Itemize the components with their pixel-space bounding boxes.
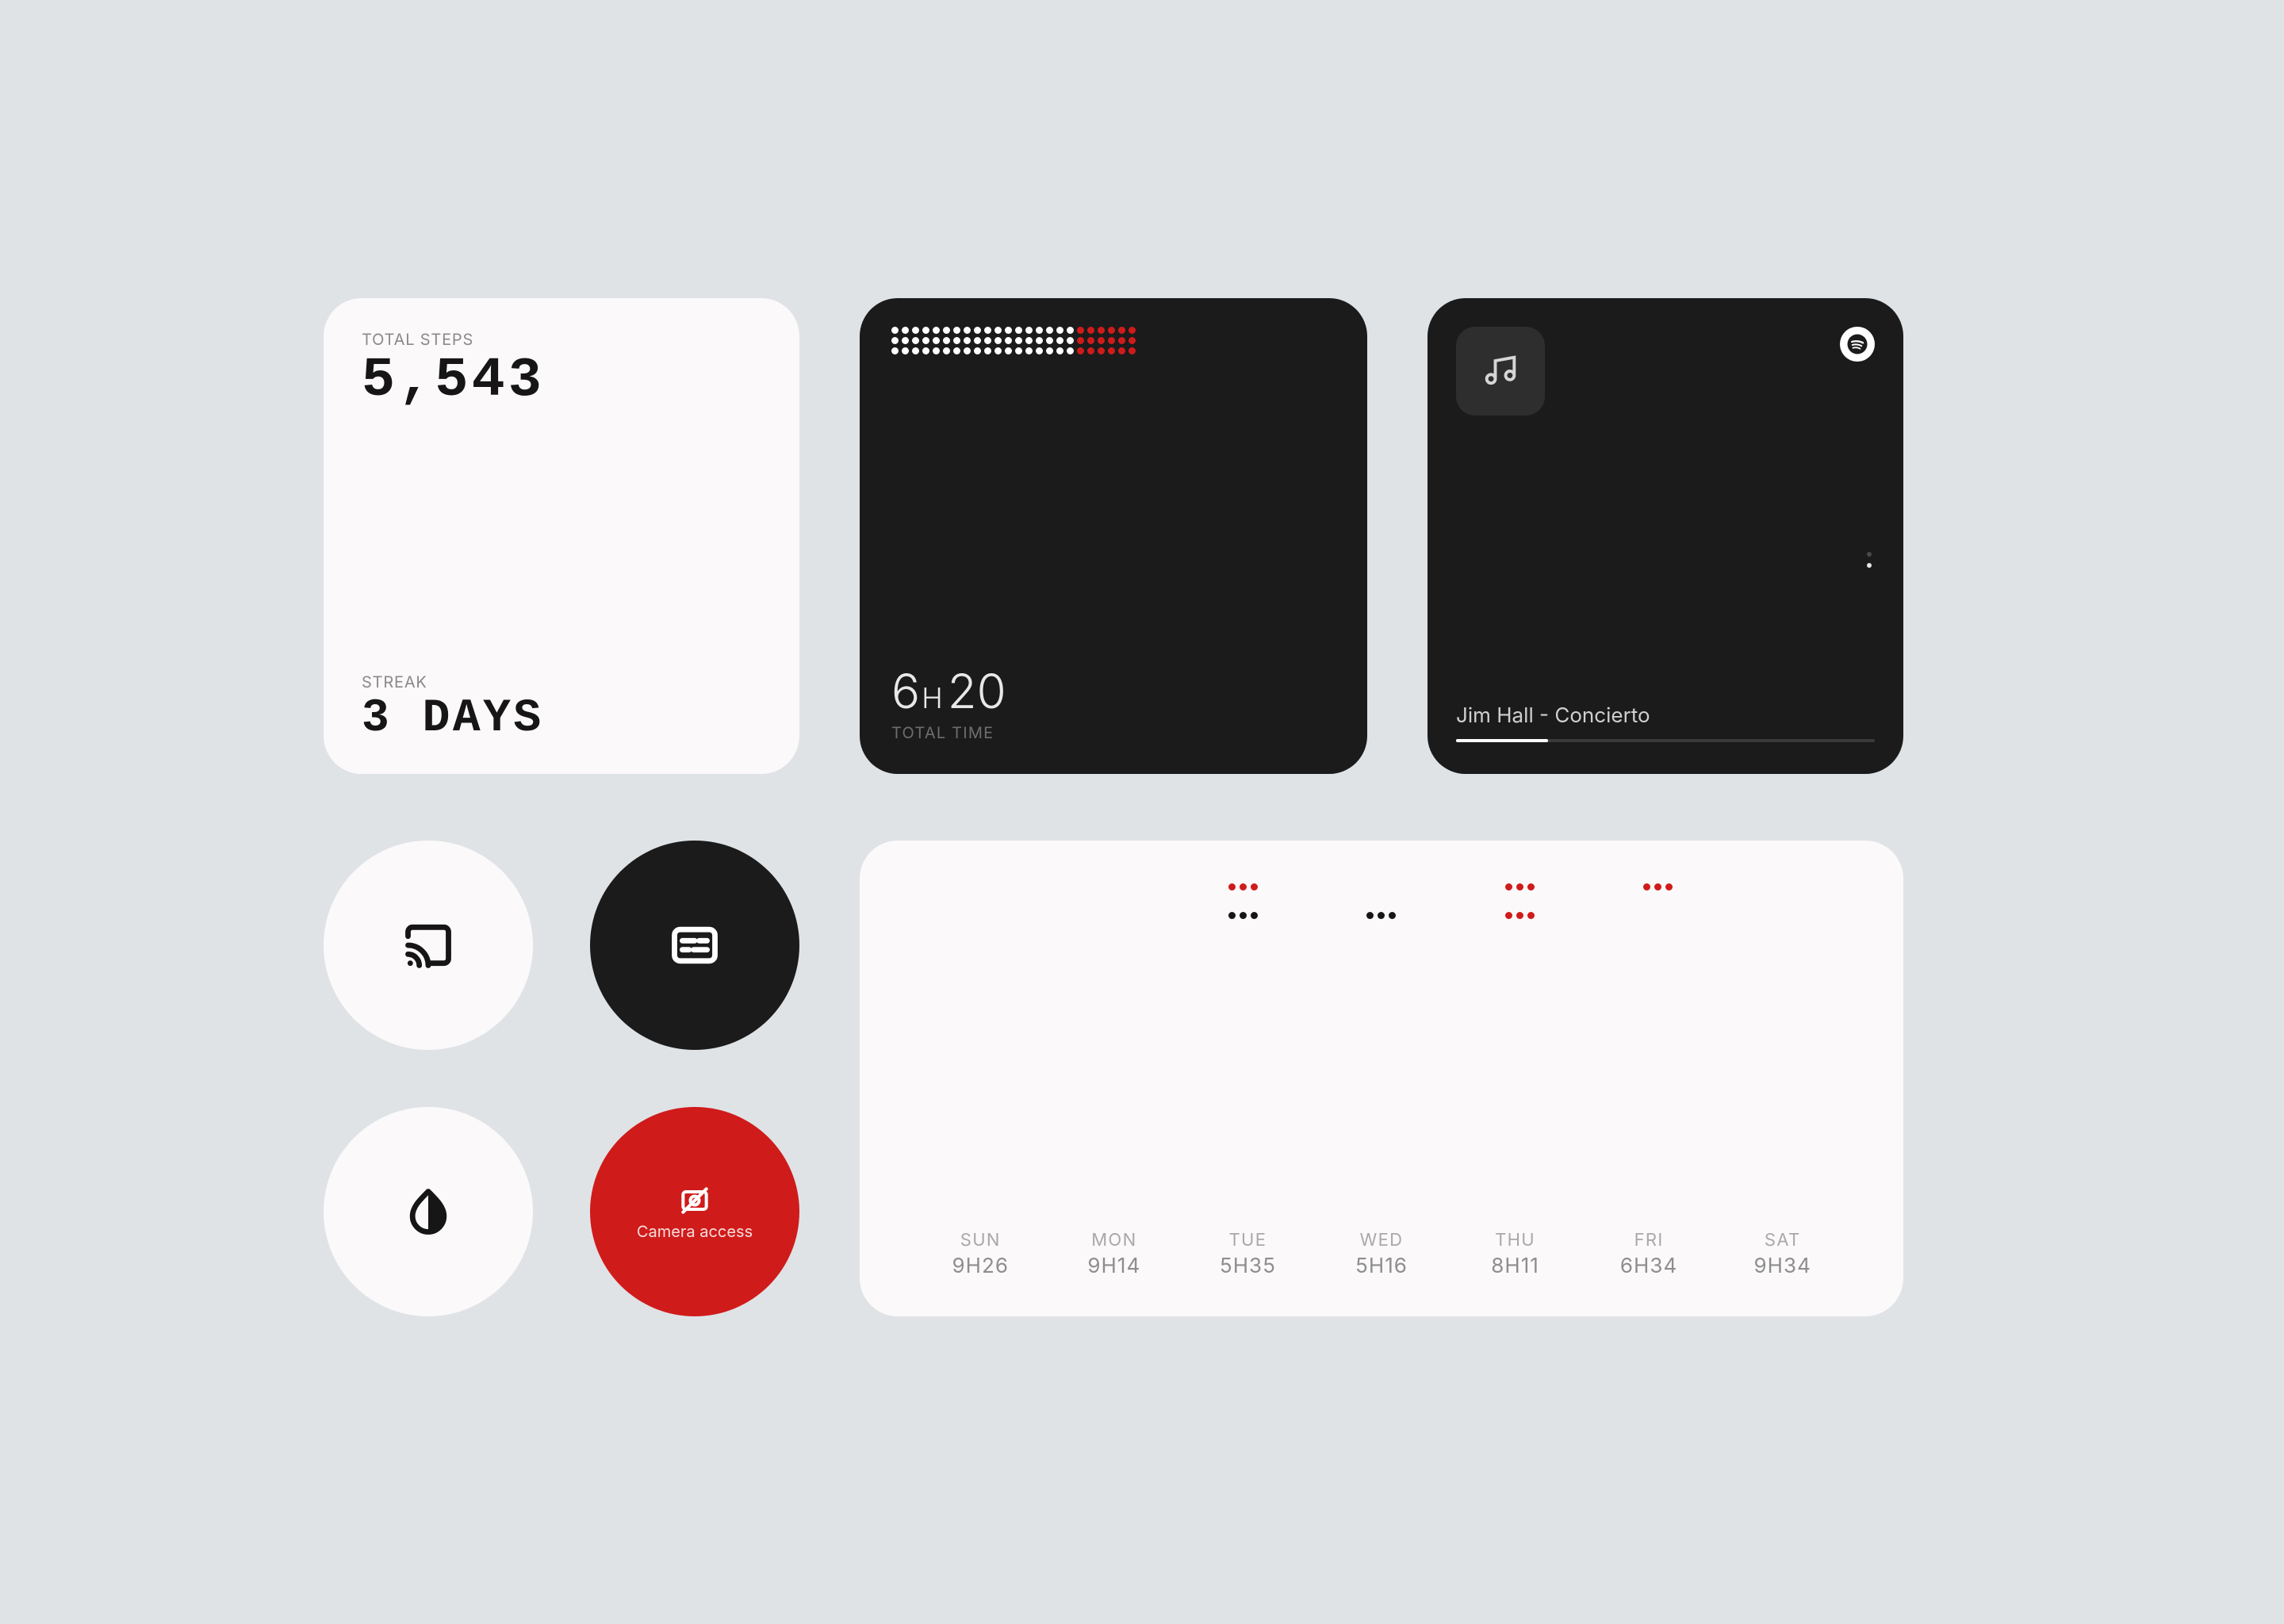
time-minutes: 20	[948, 663, 1006, 720]
steps-value: 5,543	[362, 354, 761, 409]
weekly-dot-indicator	[1505, 912, 1535, 919]
cast-icon	[401, 918, 455, 972]
camera-access-button[interactable]: Camera access	[590, 1107, 799, 1316]
camera-off-icon	[677, 1183, 712, 1218]
weekly-day-value: 9H14	[1048, 1254, 1182, 1278]
time-widget[interactable]: 6H20 TOTAL TIME	[860, 298, 1367, 774]
weekly-day-value: 5H16	[1315, 1254, 1449, 1278]
weekly-day-value: 8H11	[1448, 1254, 1582, 1278]
steps-total-label: TOTAL STEPS	[362, 330, 761, 349]
weekly-day-value: 5H35	[1181, 1254, 1315, 1278]
weekly-dot-indicator	[1228, 912, 1258, 919]
time-value: 6H20	[891, 663, 1336, 720]
steps-widget[interactable]: TOTAL STEPS 5,543 STREAK 3 DAYS	[324, 298, 799, 774]
music-widget[interactable]: Jim Hall - Concierto	[1428, 298, 1903, 774]
weekly-day-column: SUN 9H26	[914, 1230, 1048, 1278]
time-hours-unit: H	[922, 680, 943, 715]
streak-value: 3 DAYS	[362, 696, 761, 742]
weekly-day-name: MON	[1048, 1230, 1182, 1251]
album-art-placeholder	[1456, 327, 1545, 416]
weekly-day-name: SAT	[1715, 1230, 1849, 1251]
weekly-day-column: SAT 9H34	[1715, 1230, 1849, 1278]
cast-button[interactable]	[324, 841, 533, 1050]
weekly-day-column: MON 9H14	[1048, 1230, 1182, 1278]
weekly-day-name: FRI	[1582, 1230, 1716, 1251]
weekly-dot-indicator	[1643, 883, 1673, 891]
weekly-day-name: WED	[1315, 1230, 1449, 1251]
camera-access-label: Camera access	[637, 1223, 753, 1240]
weekly-day-column: TUE 5H35	[1181, 1230, 1315, 1278]
weekly-day-value: 9H26	[914, 1254, 1048, 1278]
weekly-day-name: SUN	[914, 1230, 1048, 1251]
weekly-dot-indicator	[1505, 883, 1535, 891]
weekly-day-column: WED 5H16	[1315, 1230, 1449, 1278]
weekly-dot-indicator	[1366, 912, 1396, 919]
spotify-icon	[1840, 327, 1875, 362]
music-page-indicator[interactable]	[1867, 552, 1872, 568]
contrast-icon	[401, 1185, 455, 1239]
weekly-chart[interactable]: SUN 9H26MON 9H14 TUE 5H35WED 5H16 THU 8H11FRI 6H…	[860, 841, 1903, 1316]
contrast-button[interactable]	[324, 1107, 533, 1316]
weekly-days-axis: SUN 9H26MON 9H14 TUE 5H35WED 5H16 THU 8H11FRI 6H…	[898, 1230, 1865, 1278]
playback-progress-fill	[1456, 739, 1548, 742]
time-dot-grid	[891, 327, 1137, 356]
weekly-day-name: TUE	[1181, 1230, 1315, 1251]
weekly-day-name: THU	[1448, 1230, 1582, 1251]
time-hours: 6	[891, 663, 920, 720]
weekly-day-column: FRI 6H34	[1582, 1230, 1716, 1278]
music-note-icon	[1480, 350, 1521, 392]
weekly-dot-indicator	[1228, 883, 1258, 891]
closed-captions-button[interactable]	[590, 841, 799, 1050]
playback-progress[interactable]	[1456, 739, 1875, 742]
closed-captions-icon	[668, 918, 722, 972]
track-title: Jim Hall - Concierto	[1456, 703, 1875, 728]
time-label: TOTAL TIME	[891, 723, 1336, 742]
weekly-day-column: THU 8H11	[1448, 1230, 1582, 1278]
weekly-day-value: 6H34	[1582, 1254, 1716, 1278]
weekly-day-value: 9H34	[1715, 1254, 1849, 1278]
weekly-markers	[898, 883, 1865, 979]
streak-label: STREAK	[362, 672, 761, 691]
